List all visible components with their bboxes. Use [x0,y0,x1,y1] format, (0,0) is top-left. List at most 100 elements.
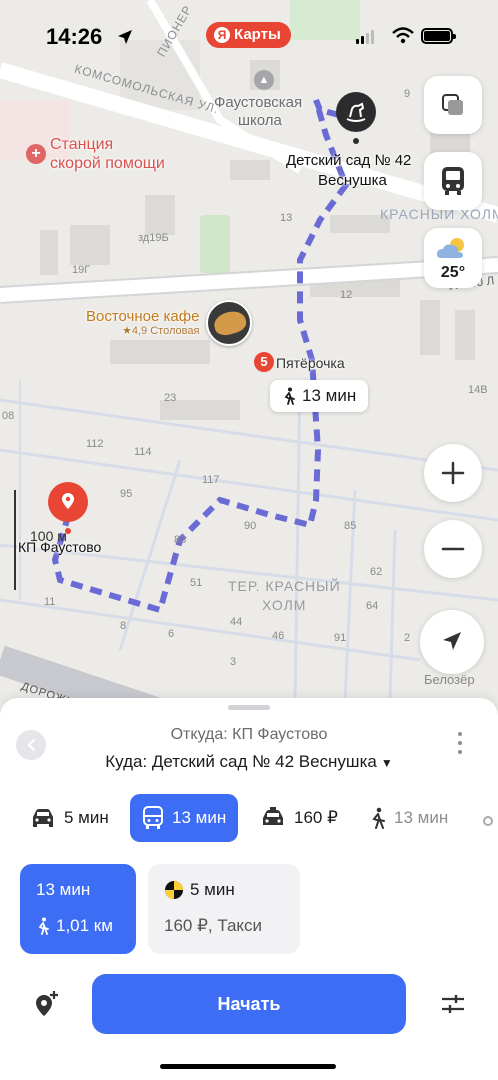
cafe-photo-icon[interactable] [206,300,252,346]
house-number: 90 [244,520,257,532]
house-number: 23 [164,392,177,404]
mode-walk[interactable]: 13 мин [370,794,448,842]
bus-icon [143,806,163,829]
status-bar: 14:26 Я Карты [0,0,498,70]
weather-temp: 25° [440,264,466,281]
cafe-rating: ★4,9 Столовая [122,325,200,337]
weather-widget[interactable]: 25° [424,228,482,288]
yandex-taxi-icon [165,881,183,899]
status-time: 14:26 [46,24,103,49]
route-sheet: Откуда: КП Фаустово Куда: Детский сад № … [0,698,498,1080]
scale-bar [14,490,16,590]
origin-pin[interactable] [48,482,88,522]
yandex-logo: Я [214,27,230,43]
bus-icon [442,167,464,195]
mode-transit-label: 13 мин [172,808,227,827]
ambulance-icon: + [26,144,46,164]
mode-car-label: 5 мин [64,808,109,827]
battery-icon [421,28,456,44]
route-card-transit-time: 13 мин [36,880,91,899]
app-brand-badge[interactable]: Я Карты [206,22,291,48]
house-number: 46 [272,630,285,642]
house-number: 9 [404,88,411,100]
route-card-transit[interactable]: 13 мин 1,01 км [20,864,136,954]
plus-icon [441,461,465,485]
destination-pin[interactable] [336,92,376,132]
mode-bike[interactable] [482,794,498,842]
mode-transit[interactable]: 13 мин [130,794,239,842]
settings-sliders-icon [442,995,464,1013]
pyaterochka-icon[interactable]: 5 [254,352,274,372]
walk-time-label: 13 мин [302,386,357,405]
house-number: 83 [174,534,187,546]
walk-icon [284,387,295,405]
cafe-name[interactable]: Восточное кафе [86,308,199,325]
district-label-1: ТЕР. КРАСНЫЙ [228,578,341,594]
ambulance-name-line1: Станция [50,136,114,153]
house-number: 14В [468,384,488,396]
scale-label: 100 м [30,528,67,544]
house-number: 6 [168,628,175,640]
route-card-taxi[interactable]: 5 мин 160 ₽, Такси [148,864,300,954]
route-from[interactable]: Откуда: КП Фаустово [0,726,498,744]
school-name-line1: Фаустовская [214,94,303,111]
destination-name-line2: Веснушка [318,172,387,189]
car-icon [33,809,53,827]
action-row: Начать [0,974,498,1036]
taxi-icon [263,807,283,825]
house-number: 85 [344,520,357,532]
start-button[interactable]: Начать [92,974,406,1034]
navigation-arrow-icon [443,632,461,650]
house-number: 8 [120,620,127,632]
destination-dot [353,138,359,144]
walk-time-badge: 13 мин [270,380,369,412]
house-number: 91 [334,632,347,644]
route-to[interactable]: Куда: Детский сад № 42 Веснушка ▼ [0,752,498,772]
house-number: 13 [280,212,293,224]
bike-icon [483,816,493,826]
add-waypoint-icon [36,991,58,1016]
house-number: 11 [44,596,56,608]
mode-walk-label: 13 мин [394,808,449,827]
more-options-icon[interactable] [458,732,466,759]
school-icon: ▲ [254,70,274,90]
cellular-signal-icon [356,30,374,44]
rocking-horse-icon [346,102,366,122]
route-options: 13 мин 1,01 км 5 мин 160 ₽, Такси [0,864,498,956]
house-number: зд19Б [138,232,169,244]
house-number: 3 [230,656,237,668]
transport-button[interactable] [424,152,482,210]
add-point-button[interactable] [32,990,60,1023]
route-card-taxi-time: 5 мин [190,880,235,899]
house-number: 44 [230,616,243,628]
walk-icon [372,807,385,829]
route-card-transit-distance: 1,01 км [56,916,113,935]
chevron-down-icon: ▼ [380,756,393,770]
location-pin-icon [62,493,74,509]
mode-car[interactable]: 5 мин [30,794,109,842]
app-brand-label: Карты [234,26,281,43]
zoom-out-button[interactable] [424,520,482,578]
minus-icon [441,547,465,551]
house-number: 08 [2,410,15,422]
partly-cloudy-icon [437,238,464,258]
my-location-button[interactable] [420,610,484,674]
school-name-line2: школа [238,112,282,129]
house-number: 114 [134,446,152,458]
ambulance-name-line2: скорой помощи [50,155,165,172]
zoom-in-button[interactable] [424,444,482,502]
layers-icon [442,94,463,115]
house-number: 112 [86,438,104,450]
transport-modes: 5 мин 13 мин 160 ₽ 13 мин [0,794,498,844]
sheet-grabber[interactable] [228,705,270,710]
map-view[interactable]: КОМСОМОЛЬСКАЯ УЛ. ПИОНЕР УЛ. 50 Л ДОРОЖН… [0,0,498,720]
shop-name[interactable]: Пятёрочка [276,355,345,371]
house-number: 95 [120,488,133,500]
layers-button[interactable] [424,76,482,134]
route-to-label: Куда: Детский сад № 42 Веснушка [105,752,377,771]
mode-taxi[interactable]: 160 ₽ [260,794,338,842]
house-number: 2 [404,632,411,644]
route-settings-button[interactable] [440,992,466,1021]
destination-name-line1: Детский сад № 42 [286,152,412,169]
house-number: 64 [366,600,379,612]
